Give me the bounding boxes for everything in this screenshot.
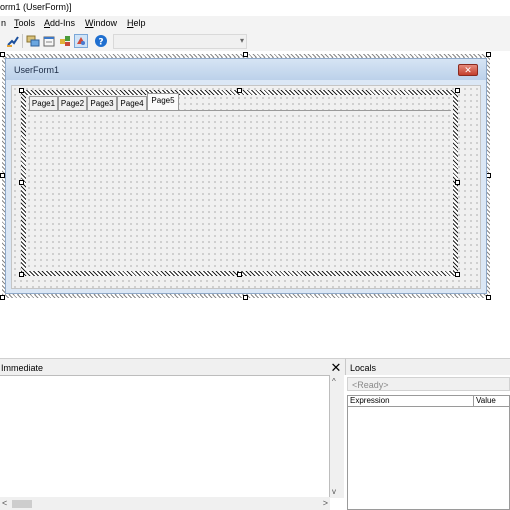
userform-title: UserForm1 (14, 65, 60, 75)
resize-handle[interactable] (455, 180, 460, 185)
resize-handle[interactable] (237, 88, 242, 93)
locals-column-headers: Expression Value (348, 396, 509, 407)
menu-bar: n Tools Add-Ins Window Help (0, 16, 510, 31)
resize-handle[interactable] (486, 295, 491, 300)
toolbar-grip-icon[interactable]: ▾ (240, 36, 244, 45)
standard-toolbar: ? ▾ (0, 31, 510, 51)
tab-page4[interactable]: Page4 (117, 96, 147, 110)
locals-context-field: <Ready> (347, 377, 510, 391)
project-explorer-icon[interactable] (26, 34, 40, 48)
tab-page1[interactable]: Page1 (29, 96, 58, 110)
close-icon[interactable]: ✕ (329, 361, 343, 375)
column-header-expression[interactable]: Expression (350, 396, 390, 406)
help-icon[interactable]: ? (94, 34, 108, 48)
locals-context-text: <Ready> (352, 380, 389, 390)
immediate-window-title: Immediate (1, 363, 44, 373)
immediate-vertical-scrollbar[interactable]: ^ v (330, 375, 344, 498)
window-title-bar: orm1 (UserForm)] (0, 0, 510, 16)
resize-handle[interactable] (455, 88, 460, 93)
chevron-down-icon[interactable]: v (332, 487, 336, 496)
toolbar-separator (22, 34, 23, 48)
window-title: orm1 (UserForm)] (0, 2, 72, 12)
tab-page5[interactable]: Page5 (147, 93, 179, 110)
tab-page3[interactable]: Page3 (87, 96, 117, 110)
immediate-horizontal-scrollbar[interactable]: < > (0, 497, 330, 510)
locals-window-title: Locals (350, 363, 377, 373)
design-mode-icon[interactable] (6, 34, 20, 48)
resize-handle[interactable] (0, 52, 5, 57)
resize-handle[interactable] (243, 52, 248, 57)
resize-handle[interactable] (0, 295, 5, 300)
menu-item-window[interactable]: Window (85, 18, 117, 28)
resize-handle[interactable] (19, 88, 24, 93)
chevron-left-icon[interactable]: < (2, 498, 7, 508)
locals-variable-grid[interactable]: Expression Value (347, 395, 510, 510)
resize-handle[interactable] (237, 272, 242, 277)
menu-item-add-ins[interactable]: Add-Ins (44, 18, 75, 28)
chevron-up-icon[interactable]: ^ (332, 377, 336, 386)
close-icon[interactable]: ✕ (458, 64, 478, 76)
immediate-window-editor[interactable] (0, 375, 330, 510)
resize-handle[interactable] (486, 52, 491, 57)
chevron-right-icon[interactable]: > (323, 498, 328, 508)
multipage-page-area[interactable] (26, 95, 453, 271)
svg-text:?: ? (98, 38, 103, 48)
properties-window-icon[interactable] (42, 34, 56, 48)
tab-page2[interactable]: Page2 (58, 96, 87, 110)
multipage-tab-baseline (28, 110, 451, 111)
immediate-window-header[interactable]: Immediate ✕ (0, 358, 345, 375)
toolbox-icon[interactable] (74, 34, 88, 48)
resize-handle[interactable] (455, 272, 460, 277)
object-browser-icon[interactable] (58, 34, 72, 48)
userform-title-bar[interactable]: UserForm1 ✕ (6, 59, 486, 80)
column-header-value[interactable]: Value (473, 396, 510, 406)
toolbar-position-box: ▾ (113, 34, 247, 49)
locals-window-header[interactable]: Locals (345, 358, 510, 375)
menu-item-run-fragment[interactable]: n (1, 18, 6, 28)
resize-handle[interactable] (19, 180, 24, 185)
scrollbar-thumb[interactable] (12, 500, 32, 508)
menu-item-tools[interactable]: Tools (14, 18, 35, 28)
resize-handle[interactable] (243, 295, 248, 300)
menu-item-help[interactable]: Help (127, 18, 146, 28)
resize-handle[interactable] (19, 272, 24, 277)
